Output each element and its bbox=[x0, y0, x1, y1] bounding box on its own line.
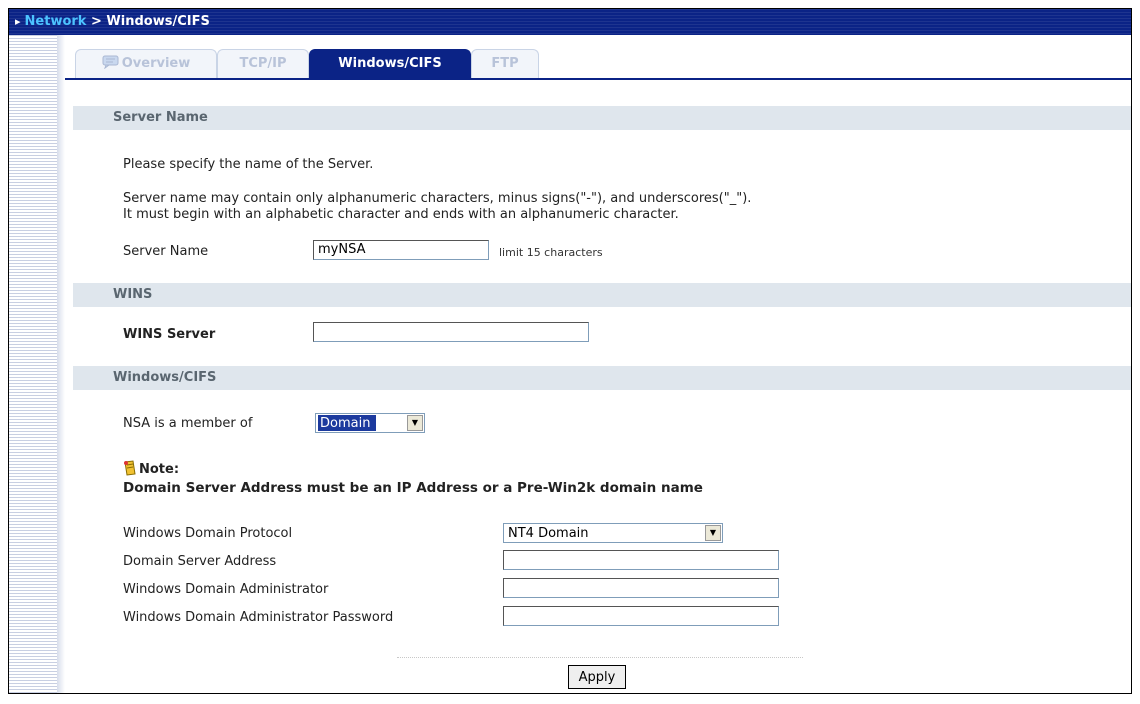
main-content: Server Name Please specify the name of t… bbox=[65, 80, 1131, 693]
server-name-limit-hint: limit 15 characters bbox=[499, 246, 603, 259]
chevron-right-icon: ▸ bbox=[15, 15, 21, 28]
tab-bar: Overview TCP/IP Windows/CIFS FTP bbox=[65, 35, 1131, 79]
chevron-down-icon[interactable]: ▼ bbox=[407, 415, 423, 431]
left-decorative-stripe bbox=[9, 35, 65, 693]
domain-protocol-label: Windows Domain Protocol bbox=[123, 526, 293, 541]
note-icon bbox=[123, 460, 137, 476]
section-header-windows-cifs: Windows/CIFS bbox=[73, 366, 1131, 390]
domain-protocol-selected-value: NT4 Domain bbox=[508, 526, 589, 541]
server-name-rule-line1: Server name may contain only alphanumeri… bbox=[123, 191, 752, 206]
server-name-intro: Please specify the name of the Server. bbox=[123, 157, 374, 172]
domain-admin-password-label: Windows Domain Administrator Password bbox=[123, 610, 394, 625]
domain-protocol-select[interactable]: NT4 Domain ▼ bbox=[503, 523, 723, 543]
apply-button[interactable]: Apply bbox=[568, 665, 626, 689]
note-title: Note: bbox=[139, 462, 180, 477]
breadcrumb-separator: > bbox=[86, 14, 107, 29]
tab-windows-cifs-label: Windows/CIFS bbox=[338, 56, 442, 71]
tab-windows-cifs[interactable]: Windows/CIFS bbox=[309, 49, 471, 78]
section-header-wins: WINS bbox=[73, 283, 1131, 307]
server-name-label: Server Name bbox=[123, 244, 209, 259]
tab-tcpip-label: TCP/IP bbox=[239, 56, 287, 71]
tab-overview[interactable]: Overview bbox=[75, 49, 217, 78]
breadcrumb: ▸ Network > Windows/CIFS bbox=[9, 9, 1131, 35]
domain-server-address-input[interactable] bbox=[503, 550, 779, 570]
wins-server-input[interactable] bbox=[313, 322, 589, 342]
window-frame: ▸ Network > Windows/CIFS Overview TCP/IP … bbox=[8, 8, 1132, 694]
note-text: Domain Server Address must be an IP Addr… bbox=[123, 480, 703, 496]
tab-ftp[interactable]: FTP bbox=[471, 49, 539, 78]
breadcrumb-network-link[interactable]: Network bbox=[25, 14, 87, 29]
domain-admin-input[interactable] bbox=[503, 578, 779, 598]
chat-bubble-icon bbox=[102, 52, 120, 70]
chevron-down-icon[interactable]: ▼ bbox=[705, 525, 721, 541]
divider bbox=[397, 657, 803, 658]
member-of-label: NSA is a member of bbox=[123, 416, 253, 431]
tab-overview-label: Overview bbox=[121, 56, 191, 71]
domain-admin-label: Windows Domain Administrator bbox=[123, 582, 329, 597]
section-header-server-name: Server Name bbox=[73, 106, 1131, 130]
tab-tcpip[interactable]: TCP/IP bbox=[217, 49, 309, 78]
domain-admin-password-input[interactable] bbox=[503, 606, 779, 626]
server-name-input[interactable] bbox=[313, 240, 489, 260]
tab-ftp-label: FTP bbox=[491, 56, 519, 71]
wins-server-label: WINS Server bbox=[123, 327, 216, 342]
domain-server-address-label: Domain Server Address bbox=[123, 554, 277, 569]
member-of-select[interactable]: Domain ▼ bbox=[315, 413, 425, 433]
breadcrumb-current: Windows/CIFS bbox=[106, 14, 210, 29]
member-of-selected-value: Domain bbox=[318, 415, 377, 431]
server-name-rule-line2: It must begin with an alphabetic charact… bbox=[123, 207, 679, 222]
